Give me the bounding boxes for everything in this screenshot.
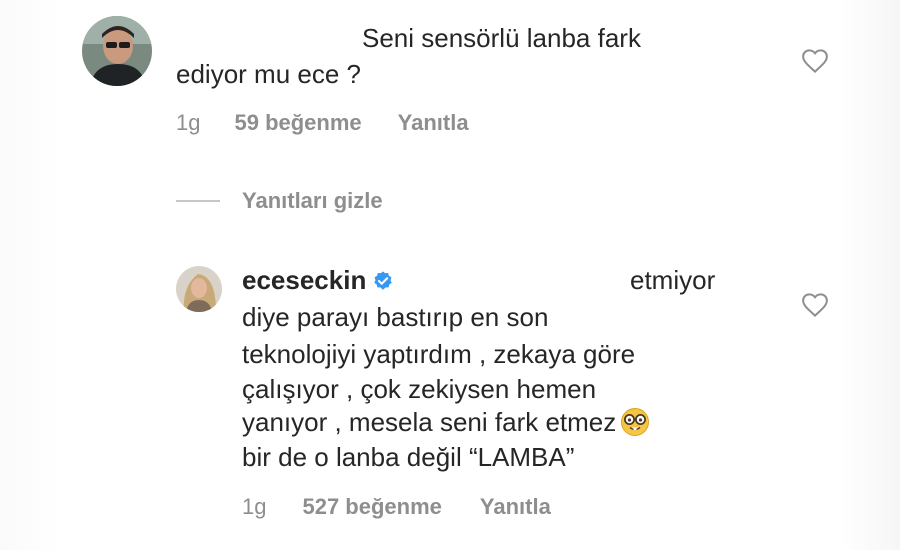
- reply-username[interactable]: eceseckin: [242, 265, 366, 295]
- verified-badge-icon: [374, 271, 393, 290]
- reply-line5-text: yanıyor , mesela seni fark etmez: [242, 407, 617, 437]
- reply-line4: çalışıyor , çok zekiysen hemen: [242, 374, 597, 404]
- reply-line6: bir de o lanba değil “LAMBA”: [242, 442, 575, 472]
- replies-divider-line: [176, 200, 220, 202]
- heart-outline-icon[interactable]: [800, 290, 830, 320]
- reply-line1-tail: etmiyor: [630, 265, 716, 295]
- hide-replies-button[interactable]: Yanıtları gizle: [176, 188, 383, 214]
- instagram-comments-panel: Seni sensörlü lanba fark ediyor mu ece ?…: [0, 0, 900, 550]
- reply-time: 1g: [242, 494, 267, 519]
- reply-avatar[interactable]: [176, 266, 222, 312]
- nerd-face-emoji-icon: [621, 408, 650, 436]
- comment-likes[interactable]: 59 beğenme: [234, 110, 361, 136]
- reply-reply-button[interactable]: Yanıtla: [480, 494, 551, 520]
- comment-time: 1g: [176, 110, 201, 135]
- commenter-avatar[interactable]: [82, 16, 152, 86]
- reply-line2: diye parayı bastırıp en son: [242, 302, 549, 332]
- reply-line1: eceseckin: [242, 264, 400, 297]
- reply-meta: 1g 527 beğenme Yanıtla: [242, 494, 551, 520]
- comment-text-line1: Seni sensörlü lanba fark: [362, 23, 641, 53]
- hide-replies-label: Yanıtları gizle: [242, 188, 383, 213]
- comment-reply-button[interactable]: Yanıtla: [398, 110, 469, 136]
- redacted-username: [168, 20, 353, 48]
- reply-line3: teknolojiyi yaptırdım , zekaya göre: [242, 339, 636, 369]
- comment-meta: 1g 59 beğenme Yanıtla: [176, 110, 469, 136]
- reply-line5: yanıyor , mesela seni fark etmez: [242, 406, 650, 439]
- heart-outline-icon[interactable]: [800, 46, 830, 76]
- reply-likes[interactable]: 527 beğenme: [302, 494, 441, 520]
- redacted-mention: [428, 266, 623, 294]
- comment-text-line2: ediyor mu ece ?: [176, 59, 361, 89]
